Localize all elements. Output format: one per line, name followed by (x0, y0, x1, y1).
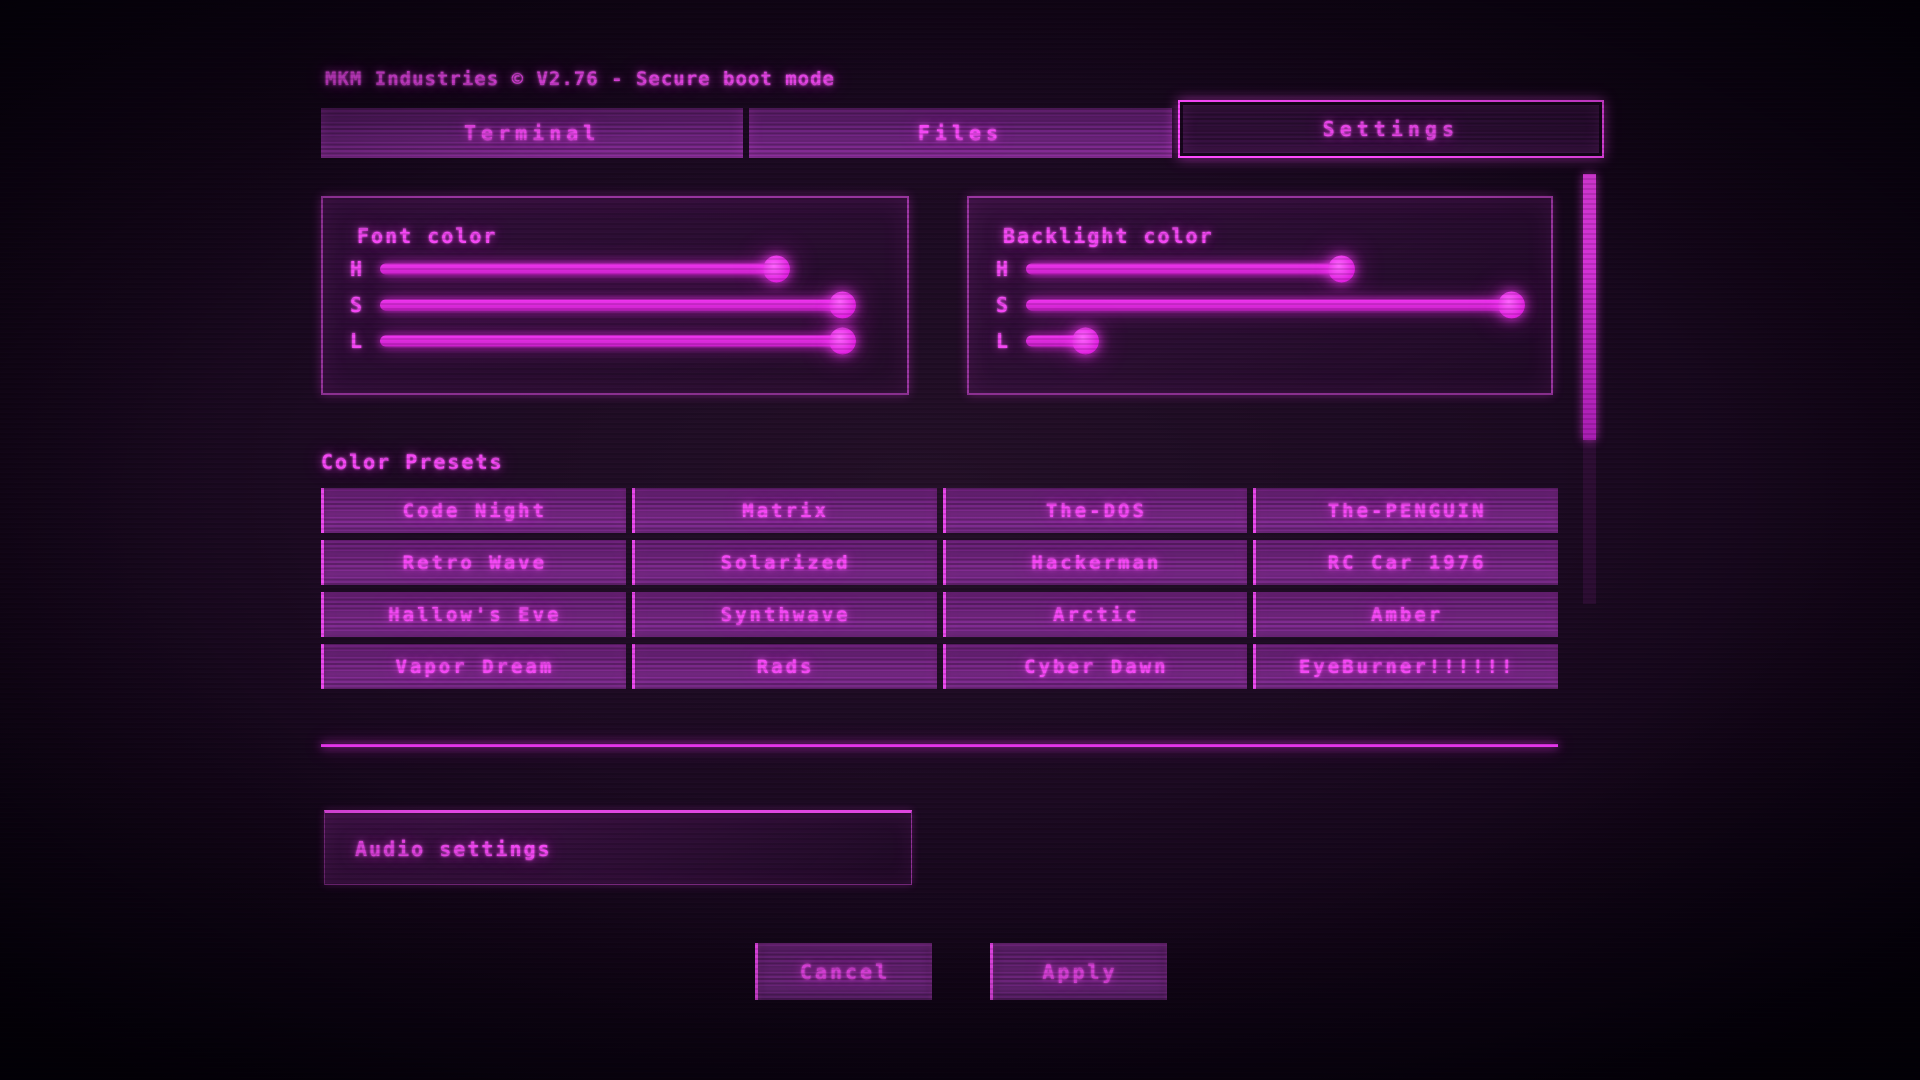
audio-settings-section[interactable]: Audio settings (324, 810, 912, 885)
preset-button-hallow-s-eve[interactable]: Hallow's Eve (321, 592, 626, 637)
preset-button-vapor-dream[interactable]: Vapor Dream (321, 644, 626, 689)
backlight-color-sliders: HSL (969, 254, 1551, 356)
section-divider (321, 744, 1558, 747)
backlight-color-panel-slider-l[interactable] (1026, 327, 1527, 355)
font-color-panel-slider-l[interactable] (380, 327, 883, 355)
slider-knob[interactable] (1328, 256, 1355, 283)
tab-bar: TerminalFilesSettings (321, 100, 1604, 158)
slider-label-s: S (996, 293, 1018, 317)
backlight-color-panel-row-s: S (996, 290, 1527, 320)
color-presets-title: Color Presets (321, 450, 504, 474)
preset-button-cyber-dawn[interactable]: Cyber Dawn (943, 644, 1248, 689)
preset-button-rc-car-1976[interactable]: RC Car 1976 (1253, 540, 1558, 585)
audio-settings-label: Audio settings (355, 837, 552, 861)
font-color-panel-row-l: L (350, 326, 883, 356)
scrollbar-track[interactable] (1583, 174, 1596, 604)
preset-button-synthwave[interactable]: Synthwave (632, 592, 937, 637)
preset-button-code-night[interactable]: Code Night (321, 488, 626, 533)
preset-button-the-dos[interactable]: The-DOS (943, 488, 1248, 533)
backlight-color-panel-slider-h[interactable] (1026, 255, 1527, 283)
preset-button-retro-wave[interactable]: Retro Wave (321, 540, 626, 585)
backlight-color-panel-row-h: H (996, 254, 1527, 284)
crt-screen: MKM Industries © V2.76 - Secure boot mod… (0, 0, 1920, 1080)
font-color-sliders: HSL (323, 254, 907, 356)
preset-button-the-penguin[interactable]: The-PENGUIN (1253, 488, 1558, 533)
font-color-panel-row-h: H (350, 254, 883, 284)
backlight-color-panel-title: Backlight color (1003, 224, 1551, 248)
preset-button-hackerman[interactable]: Hackerman (943, 540, 1248, 585)
slider-fill (380, 336, 843, 347)
tab-terminal[interactable]: Terminal (321, 108, 743, 158)
slider-knob[interactable] (829, 328, 856, 355)
apply-button[interactable]: Apply (990, 943, 1167, 1000)
slider-label-l: L (996, 329, 1018, 353)
slider-fill (380, 264, 777, 275)
slider-label-s: S (350, 293, 372, 317)
backlight-color-panel-row-l: L (996, 326, 1527, 356)
slider-knob[interactable] (763, 256, 790, 283)
slider-knob[interactable] (829, 292, 856, 319)
tab-settings[interactable]: Settings (1178, 100, 1604, 158)
font-color-panel-row-s: S (350, 290, 883, 320)
font-color-panel-slider-s[interactable] (380, 291, 883, 319)
preset-button-amber[interactable]: Amber (1253, 592, 1558, 637)
font-color-panel: Font color HSL (321, 196, 909, 395)
slider-knob[interactable] (1072, 328, 1099, 355)
backlight-color-panel: Backlight color HSL (967, 196, 1553, 395)
slider-label-l: L (350, 329, 372, 353)
preset-button-rads[interactable]: Rads (632, 644, 937, 689)
slider-fill (380, 300, 843, 311)
preset-button-arctic[interactable]: Arctic (943, 592, 1248, 637)
tab-files[interactable]: Files (749, 108, 1171, 158)
preset-button-matrix[interactable]: Matrix (632, 488, 937, 533)
scrollbar-thumb[interactable] (1583, 174, 1596, 440)
slider-fill (1026, 300, 1512, 311)
slider-knob[interactable] (1498, 292, 1525, 319)
preset-button-solarized[interactable]: Solarized (632, 540, 937, 585)
font-color-panel-slider-h[interactable] (380, 255, 883, 283)
backlight-color-panel-slider-s[interactable] (1026, 291, 1527, 319)
slider-label-h: H (350, 257, 372, 281)
preset-button-eyeburner[interactable]: EyeBurner!!!!!! (1253, 644, 1558, 689)
slider-label-h: H (996, 257, 1018, 281)
window-title: MKM Industries © V2.76 - Secure boot mod… (325, 68, 835, 90)
cancel-button[interactable]: Cancel (755, 943, 932, 1000)
preset-grid: Code NightMatrixThe-DOSThe-PENGUIN Retro … (321, 488, 1558, 689)
slider-fill (1026, 264, 1342, 275)
font-color-panel-title: Font color (357, 224, 907, 248)
